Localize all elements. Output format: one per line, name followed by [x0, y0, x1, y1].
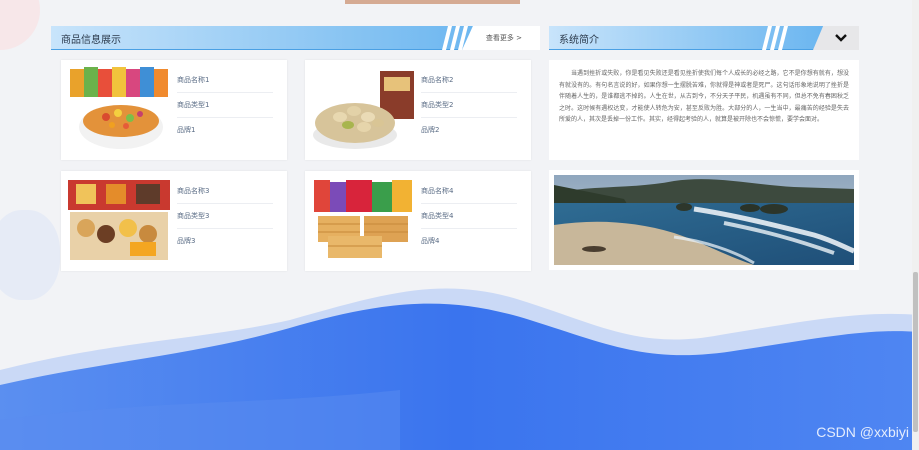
product-type: 商品类型1	[177, 93, 273, 118]
intro-content: 当遇到挫折或失败，你是看见失败还是看见挫折使我们每个人成长的必经之路，它不是你想…	[549, 60, 859, 160]
product-brand: 品牌3	[177, 237, 196, 245]
product-card[interactable]: 商品名称2 商品类型2 品牌2	[305, 60, 531, 160]
product-name: 商品名称4	[421, 179, 517, 204]
coast-photo	[554, 175, 854, 265]
snack-box-image	[66, 176, 172, 266]
product-brand: 品牌4	[421, 237, 440, 245]
product-name: 商品名称2	[421, 68, 517, 93]
intro-panel-title: 系统简介	[559, 35, 599, 46]
product-card[interactable]: 商品名称4 商品类型4 品牌4	[305, 171, 531, 271]
rice-crackers-image	[310, 176, 416, 266]
product-info: 商品名称2 商品类型2 品牌2	[421, 68, 517, 143]
product-info: 商品名称4 商品类型4 品牌4	[421, 179, 517, 254]
page: 商品信息展示 查看更多 > 系统简介 商品名称1 商品类型1 品牌1 商品名称2…	[0, 0, 919, 450]
product-info: 商品名称1 商品类型1 品牌1	[177, 68, 273, 143]
product-brand: 品牌2	[421, 126, 440, 134]
product-name: 商品名称3	[177, 179, 273, 204]
product-panel-header: 商品信息展示 查看更多 >	[51, 26, 540, 50]
product-info: 商品名称3 商品类型3 品牌3	[177, 179, 273, 254]
product-type: 商品类型2	[421, 93, 517, 118]
decorative-wave	[0, 288, 919, 450]
product-brand: 品牌1	[177, 126, 196, 134]
scrollbar-thumb[interactable]	[913, 272, 918, 432]
top-image-edge	[345, 0, 520, 4]
product-type: 商品类型3	[177, 204, 273, 229]
pistachio-image	[310, 65, 416, 155]
product-card[interactable]: 商品名称3 商品类型3 品牌3	[61, 171, 287, 271]
watermark: CSDN @xxbiyi	[816, 424, 909, 440]
header-stripes	[762, 26, 788, 50]
product-card[interactable]: 商品名称1 商品类型1 品牌1	[61, 60, 287, 160]
product-type: 商品类型4	[421, 204, 517, 229]
intro-photo-frame	[549, 170, 859, 270]
view-more-link[interactable]: 查看更多 >	[486, 33, 522, 43]
decorative-circle	[0, 0, 40, 50]
product-panel-title: 商品信息展示	[61, 35, 121, 46]
product-name: 商品名称1	[177, 68, 273, 93]
intro-text: 当遇到挫折或失败，你是看见失败还是看见挫折使我们每个人成长的必经之路，它不是你想…	[559, 70, 849, 123]
intro-panel-header: 系统简介	[549, 26, 859, 50]
candy-bowl-image	[66, 65, 172, 155]
chevron-down-icon[interactable]	[833, 30, 849, 46]
